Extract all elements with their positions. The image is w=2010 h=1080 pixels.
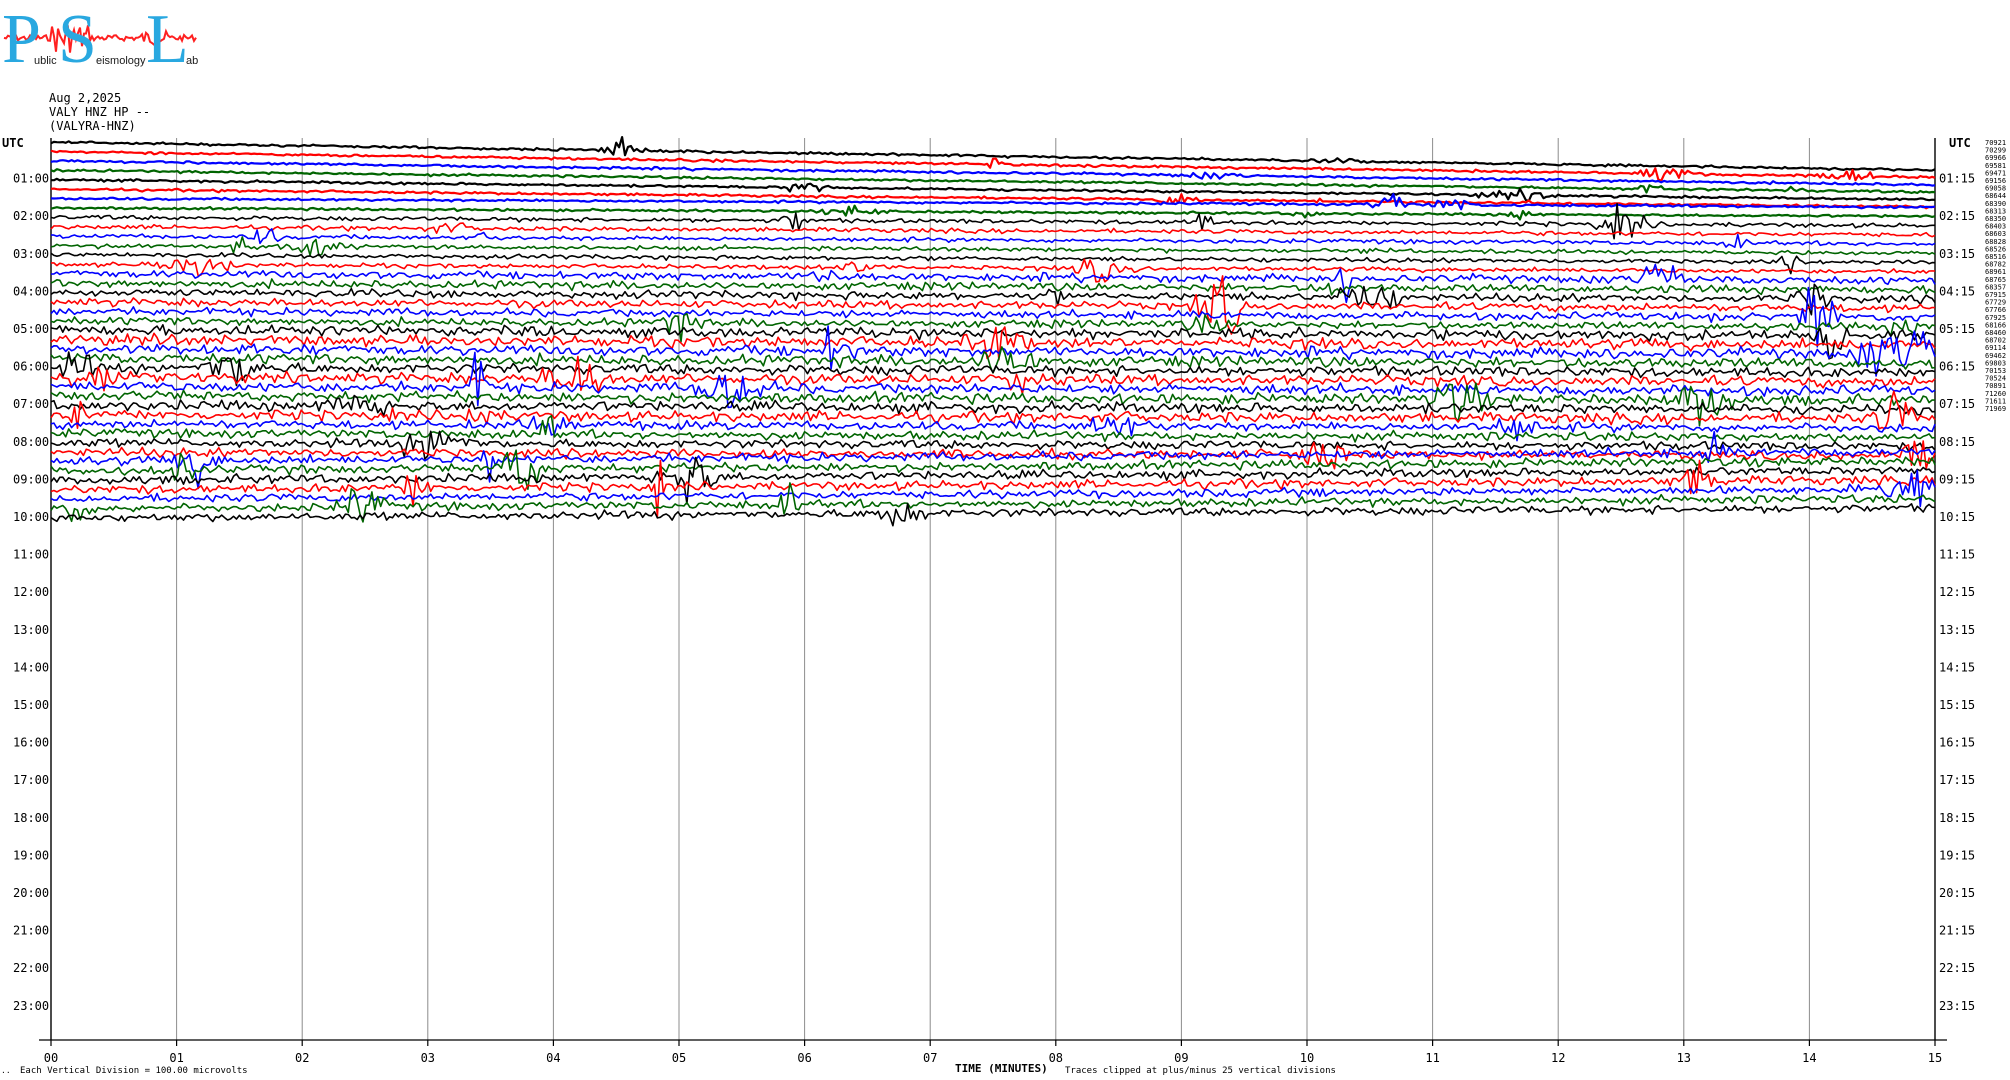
hour-label-left: 23:00 [13,999,49,1013]
psl-logo: P S L ublic eismology ab [2,1,198,78]
logo-letter-s: S [58,1,97,78]
hour-label-left: 17:00 [13,773,49,787]
trace-line [50,222,1936,238]
minute-tick-label: 08 [1049,1051,1063,1065]
x-axis-title: TIME (MINUTES) [955,1062,1048,1075]
station-location: (VALYRA-HNZ) [49,119,136,133]
hour-label-right: 07:15 [1939,397,1975,411]
helicorder: P S L ublic eismology ab Aug 2,2025 VALY… [1,1,2006,1076]
seismic-traces [50,136,1936,527]
hour-label-left: 10:00 [13,510,49,524]
minute-tick-label: 11 [1425,1051,1439,1065]
hour-label-right: 21:15 [1939,924,1975,938]
hour-label-left: 04:00 [13,284,49,298]
minute-tick-label: 06 [797,1051,811,1065]
hour-label-right: 12:15 [1939,585,1975,599]
minute-tick-label: 15 [1928,1051,1942,1065]
hour-label-right: 19:15 [1939,848,1975,862]
hour-label-right: 06:15 [1939,360,1975,374]
trace-count-labels: 7092170299699666958169471691566905868644… [1985,139,2006,413]
right-utc-label: UTC [1949,136,1971,150]
right-hour-labels: 01:15 02:15 03:15 04:15 05:15 06:15 07:15 08:15… [1939,172,1975,1013]
hour-label-right: 16:15 [1939,736,1975,750]
hour-label-left: 13:00 [13,623,49,637]
minute-tick-label: 09 [1174,1051,1188,1065]
hour-label-right: 10:15 [1939,510,1975,524]
trace-line [50,456,1936,505]
hour-label-right: 17:15 [1939,773,1975,787]
trace-line [50,414,1936,443]
logo-letter-l: L [146,1,189,78]
hour-label-left: 07:00 [13,397,49,411]
hour-label-left: 18:00 [13,811,49,825]
plot-date: Aug 2,2025 [49,91,121,105]
trace-line [50,283,1936,316]
hour-label-left: 14:00 [13,660,49,674]
left-hour-labels: 01:00 02:00 03:00 04:00 05:00 06:00 07:00 08:00… [13,172,49,1013]
minute-tick-label: 13 [1677,1051,1691,1065]
hour-label-left: 08:00 [13,435,49,449]
hour-label-right: 03:15 [1939,247,1975,261]
hour-label-right: 11:15 [1939,548,1975,562]
minute-tick-label: 04 [546,1051,560,1065]
clip-note: Traces clipped at plus/minus 25 vertical… [1065,1066,1336,1076]
minute-tick-label: 03 [421,1051,435,1065]
hour-label-left: 02:00 [13,209,49,223]
minute-tick-label: 01 [169,1051,183,1065]
trace-line [50,394,1936,417]
hour-label-left: 01:00 [13,172,49,186]
trace-count: 71969 [1985,405,2006,413]
hour-label-left: 06:00 [13,360,49,374]
hour-label-right: 20:15 [1939,886,1975,900]
minute-tick-label: 02 [295,1051,309,1065]
hour-label-left: 20:00 [13,886,49,900]
hour-label-left: 19:00 [13,848,49,862]
minute-tick-label: 14 [1802,1051,1816,1065]
trace-line [50,502,1936,527]
hour-label-left: 12:00 [13,585,49,599]
logo-word-ublic: ublic [34,55,57,67]
hour-label-right: 23:15 [1939,999,1975,1013]
station-id: VALY HNZ HP -- [49,105,150,119]
hour-label-right: 08:15 [1939,435,1975,449]
minute-tick-label: 12 [1551,1051,1565,1065]
logo-word-ab: ab [186,55,198,67]
hour-label-right: 05:15 [1939,322,1975,336]
trace-line [50,278,1936,296]
left-utc-label: UTC [2,136,24,150]
minute-tick-label: 07 [923,1051,937,1065]
corner-mark: .. [1,1066,11,1075]
hour-label-right: 15:15 [1939,698,1975,712]
hour-label-left: 09:00 [13,472,49,486]
hour-label-left: 05:00 [13,322,49,336]
hour-label-left: 21:00 [13,924,49,938]
hour-label-right: 18:15 [1939,811,1975,825]
minute-tick-label: 10 [1300,1051,1314,1065]
vertical-division-note: Each Vertical Division = 100.00 microvol… [20,1066,248,1076]
hour-label-right: 01:15 [1939,172,1975,186]
hour-label-right: 02:15 [1939,209,1975,223]
trace-line [50,136,1936,172]
hour-label-right: 09:15 [1939,472,1975,486]
trace-line [50,204,1936,221]
hour-label-left: 22:00 [13,961,49,975]
hour-label-left: 16:00 [13,736,49,750]
hour-label-right: 04:15 [1939,284,1975,298]
hour-label-right: 22:15 [1939,961,1975,975]
logo-word-eismology: eismology [96,55,146,67]
hour-label-left: 11:00 [13,548,49,562]
hour-label-right: 13:15 [1939,623,1975,637]
hour-label-left: 15:00 [13,698,49,712]
minute-tick-label: 00 [44,1051,58,1065]
minute-tick-label: 05 [672,1051,686,1065]
hour-label-left: 03:00 [13,247,49,261]
hour-label-right: 14:15 [1939,660,1975,674]
